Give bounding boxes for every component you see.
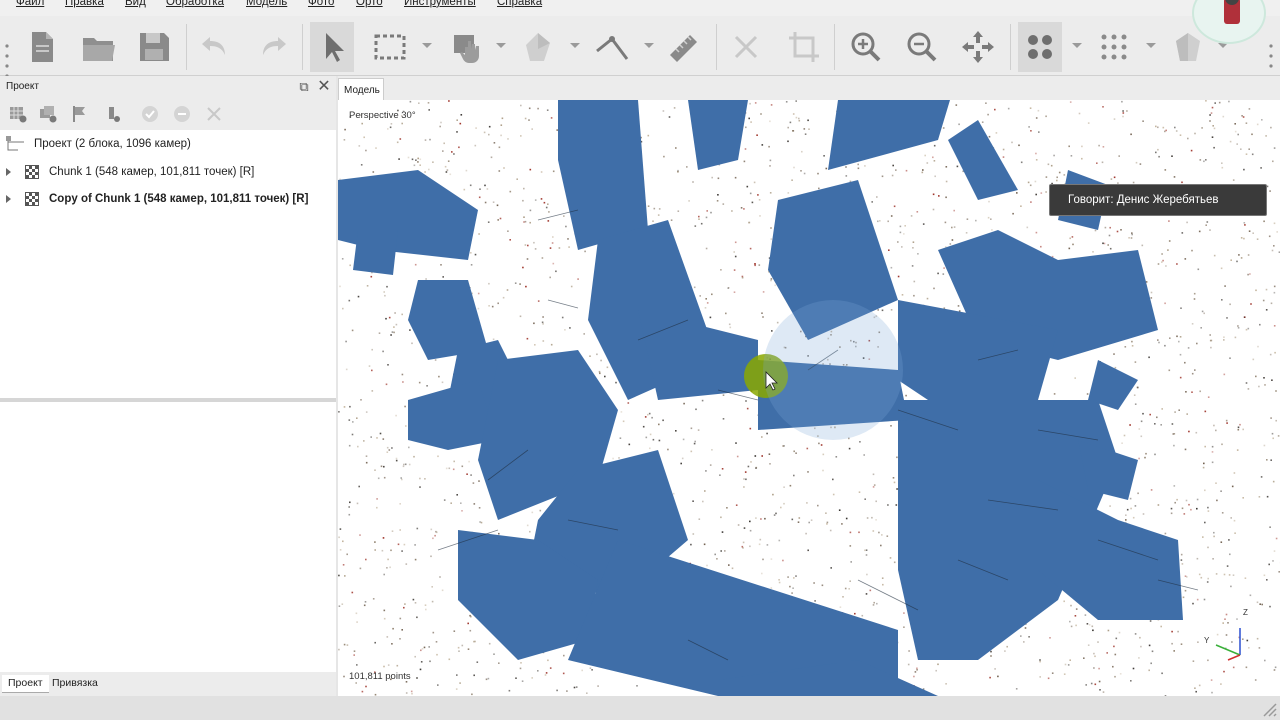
flag-icon [73, 106, 85, 122]
menu-photo[interactable]: Фото [308, 0, 334, 8]
menu-ortho[interactable]: Орто [356, 0, 383, 8]
add-chunk-icon [10, 107, 27, 123]
add-marker-button[interactable] [68, 102, 92, 126]
chevron-down-icon[interactable] [496, 43, 506, 48]
floppy-disk-icon [140, 33, 169, 61]
crop-icon [789, 32, 819, 62]
undo-button[interactable] [194, 22, 238, 72]
perspective-label: Perspective 30° [349, 110, 416, 121]
add-scalebar-button[interactable] [100, 102, 124, 126]
menu-file[interactable]: Файл [16, 0, 44, 8]
point-cloud-button[interactable] [1018, 22, 1062, 72]
expand-arrow-icon[interactable] [6, 195, 11, 203]
status-bar [0, 696, 1280, 720]
add-chunk-button[interactable] [6, 102, 30, 126]
reset-view-button[interactable] [956, 22, 1000, 72]
shaded-model-icon [1176, 33, 1200, 61]
polygon-icon [526, 33, 550, 61]
delete-button[interactable] [724, 22, 768, 72]
enable-button[interactable] [138, 102, 162, 126]
crop-button[interactable] [782, 22, 826, 72]
menu-edit[interactable]: Правка [65, 0, 104, 8]
chunk-icon [25, 192, 39, 206]
menu-tools[interactable]: Инструменты [404, 0, 476, 8]
disable-button[interactable] [170, 102, 194, 126]
tab-project[interactable]: Проект [2, 675, 49, 693]
reset-view-icon [962, 31, 994, 63]
tab-reference[interactable]: Привязка [46, 675, 104, 693]
check-circle-icon [142, 106, 158, 122]
redo-icon [263, 37, 286, 55]
axis-gizmo-icon [1215, 628, 1241, 661]
close-panel-icon[interactable]: ✕ [316, 79, 332, 95]
panel-title: Проект [6, 81, 39, 92]
zoom-out-icon [907, 32, 937, 62]
properties-area [0, 402, 334, 670]
rectangle-selection-icon [374, 34, 406, 60]
main-toolbar [0, 16, 1280, 78]
remove-button[interactable] [202, 102, 226, 126]
dense-cloud-icon [1101, 34, 1127, 60]
folder-icon [83, 38, 115, 61]
navigation-hand-button[interactable] [446, 22, 490, 72]
add-photos-button[interactable] [36, 102, 60, 126]
select-pointer-button[interactable] [310, 22, 354, 72]
open-project-button[interactable] [76, 22, 120, 72]
hand-icon [454, 35, 479, 63]
scalebar-icon [109, 107, 120, 122]
close-x-icon [734, 35, 758, 59]
polygon-selection-button[interactable] [516, 22, 560, 72]
tree-item-copy-of-chunk-1[interactable]: Copy of Chunk 1 (548 камер, 101,811 точе… [6, 188, 308, 210]
model-view-area: Модель Perspective 30° 101,811 points Z … [338, 76, 1280, 696]
menu-help[interactable]: Справка [497, 0, 542, 8]
dense-cloud-button[interactable] [1092, 22, 1136, 72]
axis-z-label: Z [1243, 608, 1248, 617]
chevron-down-icon[interactable] [1146, 43, 1156, 48]
zoom-out-button[interactable] [900, 22, 944, 72]
undo-icon [202, 37, 225, 55]
points-count: 101,811 points [349, 671, 411, 682]
rectangle-selection-button[interactable] [368, 22, 412, 72]
chevron-down-icon[interactable] [1072, 43, 1082, 48]
redo-button[interactable] [250, 22, 294, 72]
new-document-icon [32, 32, 53, 62]
point-cloud-icon [1028, 35, 1052, 59]
chevron-down-icon[interactable] [644, 43, 654, 48]
menu-workflow[interactable]: Обработка [166, 0, 224, 8]
new-document-button[interactable] [20, 22, 64, 72]
resize-grip-icon[interactable] [1260, 700, 1278, 718]
axis-y-label: Y [1204, 636, 1210, 645]
menu-view[interactable]: Вид [125, 0, 146, 8]
chevron-down-icon[interactable] [422, 43, 432, 48]
tree-item-chunk-1[interactable]: Chunk 1 (548 камер, 101,811 точек) [R] [6, 161, 254, 183]
float-panel-icon[interactable]: ⧉ [296, 79, 312, 95]
project-tree-icon [6, 136, 24, 151]
save-button[interactable] [132, 22, 176, 72]
project-panel: Проект ⧉ ✕ Проект (2 блока, 1096 камер) … [0, 76, 336, 696]
close-icon [207, 107, 221, 121]
minus-circle-icon [174, 106, 190, 122]
zoom-in-icon [851, 32, 881, 62]
menu-model[interactable]: Модель [246, 0, 287, 8]
tab-model[interactable]: Модель [338, 78, 384, 100]
ruler-icon [670, 35, 697, 62]
pointer-arrow-icon [326, 33, 344, 62]
panel-tabs: Проект Привязка [0, 672, 336, 696]
ruler-button[interactable] [662, 22, 706, 72]
zoom-in-button[interactable] [844, 22, 888, 72]
project-panel-header: Проект ⧉ ✕ [0, 76, 336, 98]
expand-arrow-icon[interactable] [6, 168, 11, 176]
tree-root[interactable]: Проект (2 блока, 1096 камер) [6, 133, 191, 155]
chunk-icon [25, 165, 39, 179]
rotation-sphere [763, 300, 903, 440]
add-photos-icon [40, 106, 57, 123]
measure-angle-button[interactable] [590, 22, 634, 72]
chevron-down-icon[interactable] [570, 43, 580, 48]
angle-ruler-icon [596, 36, 629, 60]
menu-bar: Файл Правка Вид Обработка Модель Фото Ор… [0, 0, 1280, 16]
project-tree: Проект (2 блока, 1096 камер) Chunk 1 (54… [0, 130, 334, 398]
speaker-tooltip: Говорит: Денис Жеребятьев [1049, 184, 1267, 216]
